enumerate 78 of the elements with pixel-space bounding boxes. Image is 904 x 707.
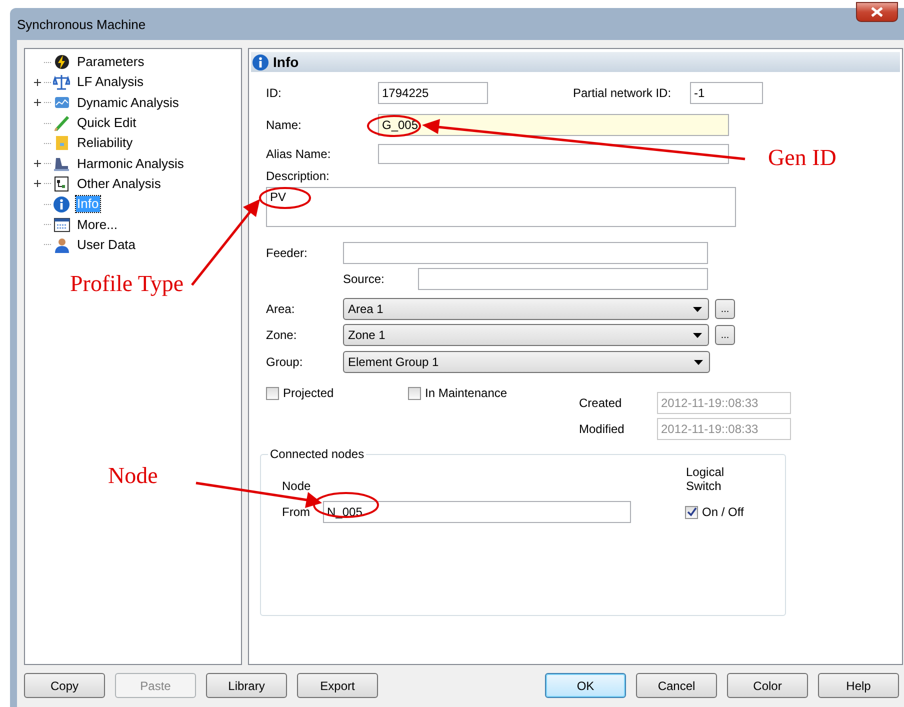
highlight-ellipse (313, 492, 379, 518)
scales-icon (53, 74, 70, 90)
user-icon (54, 236, 70, 253)
dialog-button[interactable]: Library (206, 673, 287, 698)
dropdown[interactable]: Zone 1 (343, 324, 709, 346)
dialog-button[interactable]: Copy (24, 673, 105, 698)
input-field[interactable]: -1 (690, 82, 763, 104)
close-button[interactable] (856, 2, 898, 22)
checkbox-label: On / Off (702, 505, 744, 519)
field-label: Zone: (266, 328, 298, 342)
grid-icon (54, 218, 70, 232)
column-header: Node (282, 479, 311, 493)
browse-button[interactable]: ... (715, 325, 735, 345)
field-label: Created (579, 396, 623, 410)
machine-icon (53, 156, 70, 172)
expand-icon[interactable] (33, 179, 42, 188)
panel-title: Info (273, 54, 299, 70)
dropdown[interactable]: Area 1 (343, 298, 709, 320)
tree-item[interactable]: Dynamic Analysis (76, 94, 180, 111)
field-label: Source: (343, 272, 386, 286)
tree-item[interactable]: Parameters (76, 54, 146, 70)
dialog-button[interactable]: Export (297, 673, 378, 698)
caret-icon (693, 306, 702, 312)
field-label: Feeder: (266, 246, 308, 260)
highlight-ellipse (259, 187, 311, 209)
field-label: Group: (266, 355, 304, 369)
checkbox-label: In Maintenance (425, 386, 508, 400)
field-label: Partial network ID: (573, 86, 672, 100)
note-icon (54, 135, 68, 152)
field-label: Alias Name: (266, 147, 332, 161)
caret-icon (694, 360, 703, 364)
field-label: Modified (579, 422, 626, 436)
dialog-button[interactable]: OK (545, 673, 626, 698)
field-label: Area: (266, 302, 296, 316)
caret-icon (693, 332, 702, 338)
dialog-button[interactable]: Cancel (636, 673, 717, 698)
dialog-button[interactable]: Help (818, 673, 899, 698)
tree-item[interactable]: Quick Edit (76, 115, 138, 132)
field-label: From (282, 505, 311, 519)
pencil-icon (54, 115, 70, 132)
tree-item[interactable]: More... (76, 216, 118, 233)
dialog-button[interactable]: Color (727, 673, 808, 698)
input-field[interactable] (418, 268, 708, 290)
expand-icon[interactable] (33, 78, 42, 87)
dropdown[interactable]: Element Group 1 (343, 351, 710, 373)
tree-item[interactable]: Other Analysis (76, 176, 162, 192)
diagram-icon (54, 176, 69, 192)
column-header: Logical Switch (686, 465, 726, 493)
checkbox[interactable] (408, 386, 421, 400)
annotation-label: Node (108, 463, 158, 489)
info-icon (53, 196, 70, 213)
input-field[interactable]: 1794225 (378, 82, 488, 104)
tree-item[interactable]: User Data (76, 236, 137, 253)
checkbox[interactable] (266, 386, 279, 400)
text-area[interactable]: PV (266, 187, 736, 227)
field-label: ID: (266, 86, 282, 100)
lightning-icon (54, 54, 70, 70)
group-title: Connected nodes (269, 447, 366, 461)
expand-icon[interactable] (33, 159, 42, 168)
input-field[interactable]: G_005 (378, 114, 729, 136)
expand-icon[interactable] (33, 98, 42, 108)
input-field[interactable] (343, 242, 708, 264)
tree-item[interactable]: Harmonic Analysis (76, 156, 185, 172)
tree-item[interactable]: Reliability (76, 135, 134, 152)
input-field[interactable] (378, 144, 729, 164)
checkbox[interactable] (685, 506, 698, 518)
chart-icon (54, 95, 70, 110)
field-label: Description: (266, 169, 330, 183)
annotation-label: Gen ID (768, 145, 836, 171)
close-icon (871, 7, 883, 17)
info-icon (252, 54, 269, 70)
checkbox-label: Projected (283, 386, 334, 400)
window-title: Synchronous Machine (17, 16, 146, 32)
annotation-label: Profile Type (70, 271, 184, 297)
tree-item[interactable]: LF Analysis (76, 74, 144, 90)
browse-button[interactable]: ... (715, 299, 735, 319)
field-label: Name: (266, 118, 302, 132)
highlight-ellipse (367, 115, 421, 137)
